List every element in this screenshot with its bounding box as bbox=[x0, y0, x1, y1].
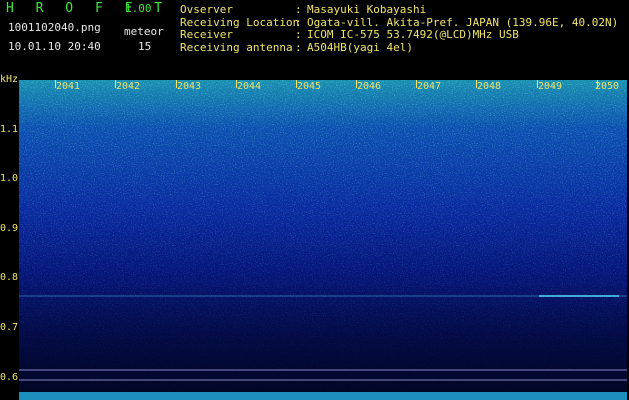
header-panel: H R O F F T 1.00 1001102040.png meteor 1… bbox=[0, 0, 629, 78]
detection-count: 15 bbox=[138, 40, 152, 53]
station-info: Ovserver: Masayuki Kobayashi Receiving Lo… bbox=[180, 3, 618, 54]
spectrogram-noise bbox=[19, 80, 627, 400]
x-tick: 2042 bbox=[115, 81, 141, 92]
x-tick: 2041 bbox=[55, 81, 81, 92]
y-axis-unit: kHz bbox=[0, 74, 19, 85]
y-tick: 1.1 bbox=[0, 124, 19, 135]
filename: 1001102040.png bbox=[8, 21, 101, 34]
detection-label: meteor bbox=[124, 25, 164, 38]
x-tick: 2043 bbox=[176, 81, 202, 92]
info-row-antenna: Receiving antenna: A504HB(yagi 4el) bbox=[180, 40, 413, 54]
x-tick: 2050 bbox=[594, 81, 620, 92]
y-tick: 0.6 bbox=[0, 372, 19, 383]
y-tick: 1.0 bbox=[0, 173, 19, 184]
x-tick: 2045 bbox=[296, 81, 322, 92]
datetime: 10.01.10 20:40 bbox=[8, 40, 101, 53]
y-tick: 0.8 bbox=[0, 272, 19, 283]
x-tick: 2044 bbox=[236, 81, 262, 92]
spectrogram-canvas[interactable] bbox=[19, 80, 627, 400]
x-tick: 2046 bbox=[356, 81, 382, 92]
x-tick: 2048 bbox=[476, 81, 502, 92]
y-tick: 0.9 bbox=[0, 223, 19, 234]
baseline-band bbox=[19, 392, 627, 400]
x-tick: 2049 bbox=[537, 81, 563, 92]
y-tick: 0.7 bbox=[0, 322, 19, 333]
spectrogram[interactable] bbox=[19, 80, 627, 400]
app-version: 1.00 bbox=[125, 2, 152, 15]
x-tick: 2047 bbox=[416, 81, 442, 92]
